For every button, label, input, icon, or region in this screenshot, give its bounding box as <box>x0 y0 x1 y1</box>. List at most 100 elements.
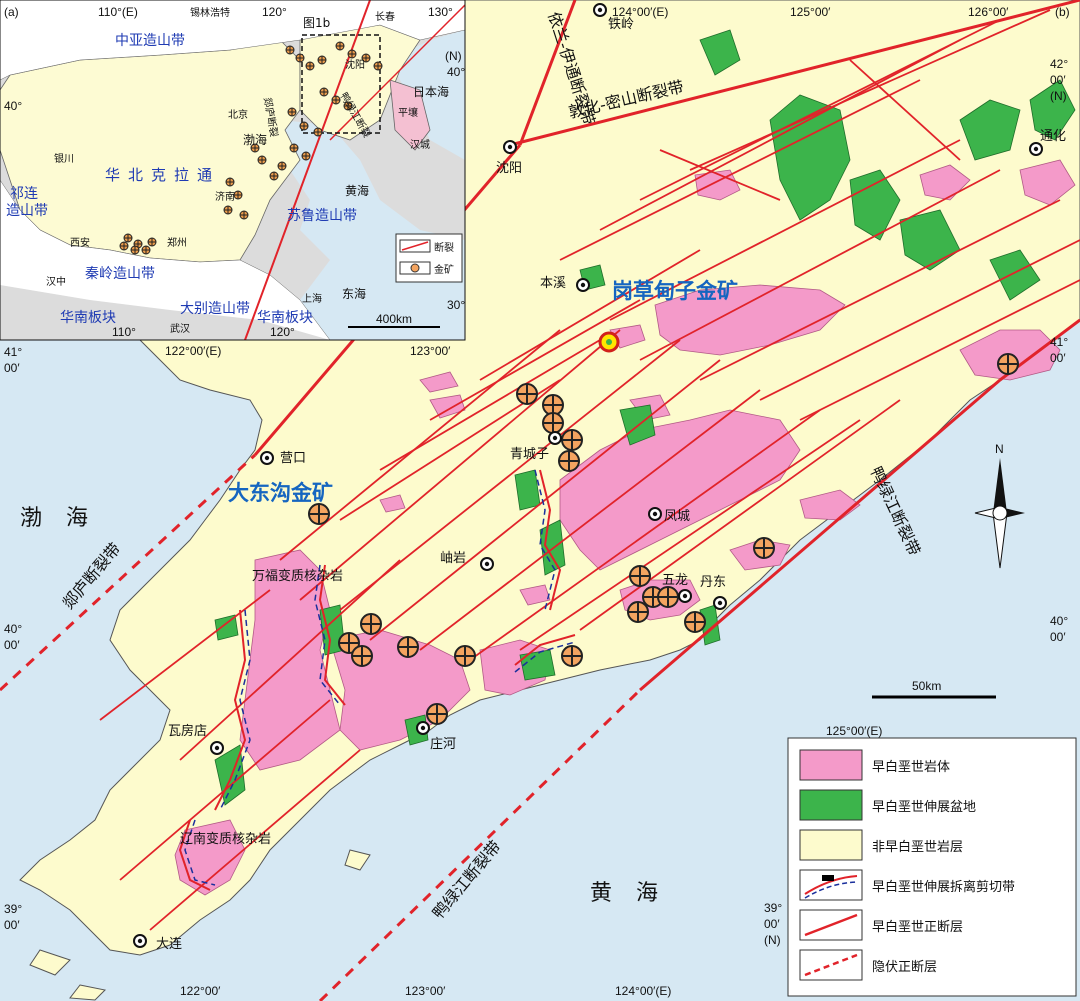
right-tick-n: (N) <box>1050 89 1067 103</box>
city-marker-dot <box>420 725 426 731</box>
inset-top-tick-130: 130° <box>428 5 453 19</box>
city-shenyang: 沈阳 <box>496 161 522 176</box>
city-tieling: 铁岭 <box>608 17 634 32</box>
left-tick-41: 41° <box>4 345 22 359</box>
legend-swatch-basin <box>799 789 863 821</box>
panel-tag-a: (a) <box>4 5 19 19</box>
inset-gold-deposit-icon <box>225 177 235 187</box>
inset-gold-deposit-icon <box>287 107 297 117</box>
gold-deposit-icon <box>516 383 538 405</box>
tick-123: 123°00′ <box>410 344 451 358</box>
gold-deposit-icon <box>454 645 476 667</box>
inset-city-pyongyang: 平壤 <box>398 106 418 119</box>
inset-city-seoul: 汉城 <box>410 139 430 151</box>
inset-gold-deposit-icon <box>295 53 305 63</box>
inset-gold-deposit-icon <box>130 245 140 255</box>
inset-region-dabie: 大别造山带 <box>180 301 250 317</box>
scale-label-main: 50km <box>912 679 941 693</box>
city-marker-dot <box>264 455 270 461</box>
city-marker-dot <box>214 745 220 751</box>
legend-swatch-hidden <box>799 949 863 981</box>
gold-deposit-icon <box>684 611 706 633</box>
sea-bohai: 渤海 <box>20 506 112 531</box>
legend-label-normal: 早白垩世正断层 <box>872 919 963 935</box>
gold-deposit-icon <box>351 645 373 667</box>
inset-city-wuhan: 武汉 <box>170 322 190 335</box>
inset-map <box>0 0 466 341</box>
inset-city-xilinhot: 锡林浩特 <box>190 6 230 19</box>
inset-gold-deposit-icon <box>373 61 383 71</box>
left-tick-39-min: 00′ <box>4 918 20 932</box>
inset-region-scb2: 华南板块 <box>257 310 313 326</box>
legend-label-granite: 早白垩世岩体 <box>872 759 950 775</box>
city-fengcheng: 凤城 <box>664 509 690 524</box>
tick-122: 122°00′(E) <box>165 344 221 358</box>
city-dalian: 大连 <box>156 936 182 952</box>
right-tick-42: 42° <box>1050 57 1068 71</box>
label-wanfu-mcc: 万福变质核杂岩 <box>252 568 343 584</box>
inset-region-scb1: 华南板块 <box>60 310 116 326</box>
inset-gold-deposit-icon <box>301 151 311 161</box>
inset-gold-deposit-icon <box>313 127 323 137</box>
gold-deposit-icon <box>542 412 564 434</box>
label-dadonggou-gold: 大东沟金矿 <box>228 481 333 505</box>
inset-sea-donghai: 东海 <box>342 286 366 301</box>
inset-legend-fault: 断裂 <box>434 241 454 254</box>
inset-box-label: 图1b <box>303 16 330 30</box>
city-zhuanghe: 庄河 <box>430 736 456 752</box>
inset-city-changchun: 长春 <box>375 11 395 23</box>
right-tick-125e: 125°00′(E) <box>826 724 882 738</box>
gold-deposit-icon <box>997 353 1019 375</box>
gold-deposit-icon <box>360 613 382 635</box>
inset-gold-deposit-icon <box>147 237 157 247</box>
inset-top-tick-110: 110°(E) <box>98 5 138 19</box>
city-marker-dot <box>1033 146 1039 152</box>
inset-sea-huanghai: 黄海 <box>345 183 369 198</box>
inset-right-tick-40: 40° <box>447 65 465 79</box>
left-tick-39: 39° <box>4 902 22 916</box>
inset-scale-label: 400km <box>376 312 412 326</box>
left-tick-41-min: 00′ <box>4 361 20 375</box>
inset-right-tick-n: (N) <box>445 49 462 63</box>
rb-tick-n: (N) <box>764 933 781 947</box>
city-wulong: 五龙 <box>662 573 688 588</box>
inset-city-beijing: 北京 <box>228 108 248 121</box>
gold-deposit-icon <box>558 450 580 472</box>
panel-tag-b: (b) <box>1055 5 1070 19</box>
city-benxi: 本溪 <box>540 276 566 291</box>
bottom-tick-122: 122°00′ <box>180 984 221 998</box>
inset-gold-deposit-icon <box>335 41 345 51</box>
inset-gold-deposit-icon <box>257 155 267 165</box>
inset-left-tick-40: 40° <box>4 99 22 113</box>
inset-city-jinan: 济南 <box>215 190 235 203</box>
sea-huanghai: 黄海 <box>590 881 682 906</box>
gold-deposit-icon <box>397 636 419 658</box>
gold-deposit-icon <box>753 537 775 559</box>
right-tick-42-min: 00′ <box>1050 73 1066 87</box>
city-dandong: 丹东 <box>700 575 726 590</box>
north-label: N <box>995 442 1004 456</box>
right-tick-40: 40° <box>1050 614 1068 628</box>
city-marker-dot <box>597 7 603 13</box>
rb-tick-39: 39° <box>764 901 782 915</box>
inset-gold-deposit-icon <box>141 245 151 255</box>
city-wafangdian: 瓦房店 <box>168 723 207 739</box>
city-tonghua: 通化 <box>1040 129 1066 144</box>
inset-right-tick-30: 30° <box>447 298 465 312</box>
inset-gold-deposit-icon <box>119 241 129 251</box>
inset-gold-deposit-icon <box>347 49 357 59</box>
inset-legend: 断裂 金矿 <box>395 233 463 283</box>
inset-gold-deposit-icon <box>123 233 133 243</box>
inset-city-xian: 西安 <box>70 236 90 249</box>
geologic-map: (b) 124°00′(E) 125°00′ 126°00′ 122°00′(E… <box>0 0 1080 1001</box>
bottom-tick-124: 124°00′(E) <box>615 984 671 998</box>
city-marker-dot <box>580 282 586 288</box>
gold-deposit-icon <box>561 645 583 667</box>
inset-city-hanzhong: 汉中 <box>46 275 66 288</box>
legend: 早白垩世岩体 早白垩世伸展盆地 非早白垩世岩层 早白垩世伸展拆离剪切带 早白垩世… <box>787 737 1077 997</box>
city-xiuyan: 岫岩 <box>440 551 466 566</box>
inset-legend-gold: 金矿 <box>434 263 454 276</box>
inset-region-qilian: 祁连 <box>10 186 38 202</box>
inset-city-yinchuan: 银川 <box>54 152 74 165</box>
inset-city-zhengzhou: 郑州 <box>167 236 187 249</box>
